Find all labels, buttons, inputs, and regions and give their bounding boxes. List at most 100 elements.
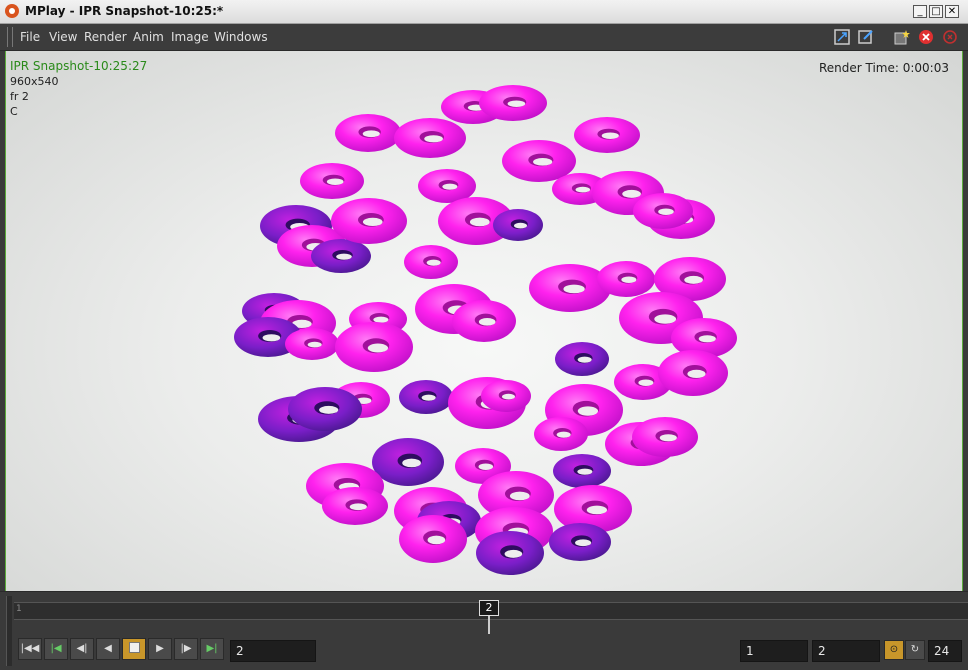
torus-hole-background (698, 335, 716, 343)
torus-hole-background (362, 217, 383, 227)
cancel-render-icon[interactable] (942, 29, 958, 45)
torus-hole-background (362, 130, 380, 138)
window-title: MPlay - IPR Snapshot-10:25:* (25, 4, 224, 18)
first-key-button[interactable]: |◀ (44, 638, 68, 660)
torus-hole-background (336, 253, 352, 260)
torus-hole-background (621, 276, 637, 283)
jump-to-start-button[interactable]: |◀◀ (18, 638, 42, 660)
torus-hole-background (601, 132, 619, 139)
torus-hole-background (373, 316, 389, 323)
torus-cluster (234, 85, 737, 575)
torus-hole-background (502, 393, 515, 400)
torus-hole-background (654, 314, 677, 324)
clock-icon: ⊙ (889, 644, 899, 655)
playbar-grip[interactable] (6, 596, 12, 666)
torus-hole-background (424, 135, 443, 143)
torus-hole-background (469, 217, 490, 227)
torus-hole-background (684, 275, 703, 284)
step-forward-button[interactable]: |▶ (174, 638, 198, 660)
torus-hole-background (575, 539, 592, 547)
play-backward-icon: ◀ (104, 643, 112, 654)
jump-to-end-button[interactable]: ▶| (200, 638, 224, 660)
torus-hole-background (319, 405, 339, 414)
menu-view[interactable]: View (49, 30, 77, 44)
torus-hole-background (575, 186, 591, 193)
torus-hole-background (402, 458, 421, 468)
torus-hole-background (262, 334, 281, 342)
snapshot-name: IPR Snapshot-10:25:27 (10, 59, 148, 73)
fps-field[interactable]: 24 (928, 640, 962, 662)
torus-hole-background (687, 369, 706, 379)
torus-hole-background (586, 505, 608, 515)
torus-hole-background (659, 434, 677, 442)
torus-hole-background (307, 341, 322, 348)
frame-info: fr 2 (10, 90, 29, 103)
jump-to-start-icon: |◀◀ (20, 643, 40, 654)
current-frame-field[interactable]: 2 (230, 640, 316, 662)
torus-hole-background (349, 503, 367, 511)
loop-mode-button[interactable]: ↻ (905, 640, 925, 660)
menu-windows[interactable]: Windows (214, 30, 268, 44)
torus-hole-background (658, 208, 674, 215)
menu-render[interactable]: Render (84, 30, 127, 44)
edit-image-icon[interactable] (858, 29, 874, 45)
torus-hole-background (367, 343, 389, 353)
play-forward-icon: ▶ (156, 643, 164, 654)
torus-hole-background (638, 379, 654, 386)
step-forward-icon: |▶ (180, 643, 192, 654)
title-bar: MPlay - IPR Snapshot-10:25:* _ □ ✕ (0, 0, 968, 24)
torus-hole-background (533, 158, 553, 166)
render-snapshot-icon[interactable] (894, 29, 910, 45)
stop-button[interactable] (122, 638, 146, 660)
channel-label: C (10, 105, 18, 118)
torus-hole-background (442, 183, 458, 190)
step-back-button[interactable]: ◀| (70, 638, 94, 660)
loop-icon: ↻ (910, 644, 920, 655)
menu-file[interactable]: File (20, 30, 40, 44)
torus-hole-background (421, 394, 436, 401)
torus-hole-background (556, 431, 571, 438)
menu-bar: File View Render Anim Image Windows (0, 24, 968, 51)
stop-icon (128, 641, 140, 653)
maximize-button[interactable]: □ (929, 5, 943, 18)
menu-image[interactable]: Image (171, 30, 209, 44)
image-viewport[interactable]: IPR Snapshot-10:25:27 960x540 fr 2 C Ren… (5, 51, 963, 591)
current-frame-marker[interactable]: 2 (479, 600, 499, 616)
torus-hole-background (577, 468, 593, 475)
stop-render-icon[interactable] (918, 29, 934, 45)
fit-window-icon[interactable] (834, 29, 850, 45)
torus-hole-background (504, 549, 523, 558)
torus-hole-background (514, 222, 527, 229)
torus-hole-background (507, 100, 526, 107)
torus-hole-background (478, 463, 494, 470)
play-forward-button[interactable]: ▶ (148, 638, 172, 660)
torus-hole-background (426, 259, 441, 266)
torus-hole-background (563, 284, 585, 294)
range-start-field[interactable]: 1 (740, 640, 808, 662)
torus-hole-background (509, 491, 530, 501)
torus-hole-background (478, 318, 496, 326)
playbar: 1 2 |◀◀ |◀ ◀| ◀ ▶ |▶ ▶| 2 1 2 ⊙ ↻ 24 (0, 591, 968, 670)
minimize-button[interactable]: _ (913, 5, 927, 18)
jump-to-end-icon: ▶| (206, 643, 218, 654)
timeline-start-label: 1 (16, 604, 22, 614)
toolbar-grip[interactable] (7, 27, 13, 47)
render-time: Render Time: 0:00:03 (818, 61, 949, 75)
torus-hole-background (577, 406, 599, 416)
menu-anim[interactable]: Anim (133, 30, 164, 44)
realtime-toggle-button[interactable]: ⊙ (884, 640, 904, 660)
torus-hole-background (326, 178, 344, 185)
play-backward-button[interactable]: ◀ (96, 638, 120, 660)
rendered-image (234, 85, 737, 575)
houdini-app-icon (5, 4, 19, 18)
step-to-first-key-icon: |◀ (50, 643, 62, 654)
close-button[interactable]: ✕ (945, 5, 959, 18)
torus-hole-background (577, 356, 592, 363)
torus-hole-background (427, 535, 446, 545)
current-frame-tick (488, 616, 490, 634)
step-back-icon: ◀| (76, 643, 88, 654)
image-info-overlay: IPR Snapshot-10:25:27 960x540 fr 2 C (10, 59, 147, 119)
torus-hole-background (622, 189, 641, 198)
image-resolution: 960x540 (10, 75, 59, 88)
range-end-field[interactable]: 2 (812, 640, 880, 662)
